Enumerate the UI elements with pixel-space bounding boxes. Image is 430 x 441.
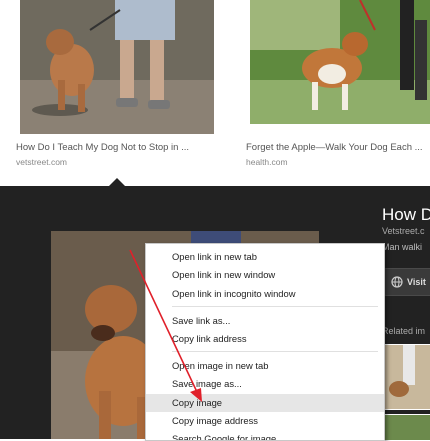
menu-search-google-for-image[interactable]: Search Google for image bbox=[146, 430, 384, 440]
result-title-1[interactable]: How Do I Teach My Dog Not to Stop in ... bbox=[16, 142, 212, 153]
menu-copy-image[interactable]: Copy image bbox=[146, 394, 384, 412]
related-image-thumbnail-2[interactable] bbox=[384, 414, 430, 441]
menu-open-link-incognito[interactable]: Open link in incognito window bbox=[146, 285, 384, 303]
menu-open-link-new-window[interactable]: Open link in new window bbox=[146, 266, 384, 284]
menu-copy-link-address[interactable]: Copy link address bbox=[146, 330, 384, 348]
preview-description: Man walki bbox=[382, 242, 423, 252]
preview-source: Vetstreet.c bbox=[382, 226, 425, 236]
menu-open-link-new-tab[interactable]: Open link in new tab bbox=[146, 248, 384, 266]
visit-button[interactable]: Visit bbox=[384, 268, 430, 296]
related-image-thumbnail[interactable] bbox=[384, 344, 430, 410]
result-source-2: health.com bbox=[246, 157, 288, 167]
preview-title[interactable]: How D bbox=[382, 205, 430, 225]
menu-copy-image-address[interactable]: Copy image address bbox=[146, 412, 384, 430]
selected-result-caret bbox=[109, 178, 125, 186]
result-thumbnail-1[interactable] bbox=[20, 0, 214, 134]
menu-open-image-new-tab[interactable]: Open image in new tab bbox=[146, 357, 384, 375]
result-source-1: vetstreet.com bbox=[16, 157, 68, 167]
context-menu: Open link in new tab Open link in new wi… bbox=[145, 243, 385, 441]
result-title-2[interactable]: Forget the Apple—Walk Your Dog Each ... bbox=[246, 142, 430, 153]
result-thumbnail-2[interactable] bbox=[250, 0, 430, 124]
result-card-2[interactable]: Forget the Apple—Walk Your Dog Each ... … bbox=[246, 0, 430, 186]
image-results-row: How Do I Teach My Dog Not to Stop in ...… bbox=[0, 0, 430, 186]
globe-icon bbox=[391, 276, 403, 288]
menu-separator bbox=[172, 306, 378, 307]
menu-save-link-as[interactable]: Save link as... bbox=[146, 312, 384, 330]
visit-button-label: Visit bbox=[407, 277, 426, 287]
menu-save-image-as[interactable]: Save image as... bbox=[146, 375, 384, 393]
menu-separator bbox=[172, 351, 378, 352]
related-images-label: Related im bbox=[382, 326, 426, 336]
result-card-1[interactable]: How Do I Teach My Dog Not to Stop in ...… bbox=[16, 0, 214, 186]
